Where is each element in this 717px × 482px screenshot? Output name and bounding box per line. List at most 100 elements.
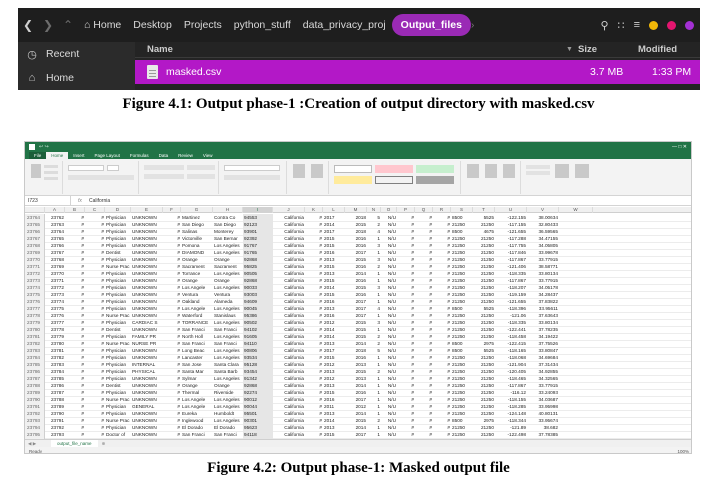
tab-home[interactable]: Home <box>46 152 69 159</box>
sidebar-item-home[interactable]: ⌂ Home <box>18 66 135 90</box>
table-cell[interactable]: 1 <box>367 431 381 439</box>
function-icon[interactable]: fx <box>71 198 89 204</box>
format-painter-icon[interactable] <box>44 177 58 180</box>
table-cell[interactable]: California <box>273 431 305 439</box>
column-header-i[interactable]: I <box>243 207 273 213</box>
breadcrumb-projects[interactable]: Projects <box>178 14 228 36</box>
column-header-e[interactable]: E <box>131 207 163 213</box>
table-cell[interactable]: Doctor of <box>105 431 131 439</box>
column-header-u[interactable]: U <box>495 207 527 213</box>
wrap-text-button[interactable] <box>187 165 215 170</box>
add-sheet-icon[interactable]: ⊕ <box>102 441 106 447</box>
tab-formulas[interactable]: Formulas <box>125 152 154 159</box>
table-cell[interactable]: UNKNOWN <box>131 431 163 439</box>
font-family-select[interactable] <box>68 165 104 171</box>
table-cell[interactable]: San Franci <box>213 431 243 439</box>
table-cell[interactable]: San Franci <box>181 431 213 439</box>
formula-input[interactable]: California <box>89 198 110 204</box>
autosum-button[interactable] <box>526 165 550 169</box>
menu-icon[interactable]: ≡ <box>634 19 640 31</box>
zoom-level[interactable]: 100% <box>677 449 689 454</box>
table-cell[interactable]: # <box>397 431 415 439</box>
style-good[interactable] <box>416 165 454 173</box>
column-header-w[interactable]: W <box>559 207 593 213</box>
table-cell[interactable]: 2017 <box>345 431 367 439</box>
paste-icon[interactable] <box>31 164 41 178</box>
column-header-b[interactable]: B <box>65 207 85 213</box>
conditional-formatting-icon[interactable] <box>293 164 305 178</box>
column-name[interactable]: Name <box>135 44 566 55</box>
table-cell[interactable]: 94118 <box>243 431 273 439</box>
column-header-v[interactable]: V <box>527 207 559 213</box>
style-calculation[interactable] <box>375 176 413 184</box>
quick-access-icons[interactable]: ↩ ↪ <box>39 144 49 150</box>
column-modified[interactable]: Modified <box>638 44 700 55</box>
tab-review[interactable]: Review <box>173 152 198 159</box>
style-bad[interactable] <box>375 165 413 173</box>
tab-data[interactable]: Data <box>154 152 174 159</box>
select-all-corner[interactable] <box>25 207 45 213</box>
name-box[interactable]: I723 <box>25 195 71 206</box>
tab-page-layout[interactable]: Page Layout <box>90 152 125 159</box>
alignment-buttons[interactable] <box>144 165 184 170</box>
table-cell[interactable]: 37.78385 <box>527 431 559 439</box>
tab-file[interactable]: File <box>29 152 47 159</box>
forward-icon[interactable]: ❯ <box>38 18 58 32</box>
style-normal[interactable] <box>334 165 372 173</box>
tab-insert[interactable]: Insert <box>68 152 89 159</box>
style-neutral[interactable] <box>334 176 372 184</box>
column-header-d[interactable]: D <box>105 207 131 213</box>
column-header-o[interactable]: O <box>381 207 397 213</box>
table-cell[interactable]: # <box>433 431 451 439</box>
table-cell[interactable]: 21250 <box>451 431 473 439</box>
find-select-icon[interactable] <box>575 164 589 178</box>
column-header-p[interactable]: P <box>397 207 415 213</box>
maximize-button[interactable] <box>667 20 676 30</box>
grid-icon[interactable]: ∷ <box>618 19 625 32</box>
breadcrumb-data-privacy-proj[interactable]: data_privacy_proj <box>297 14 392 36</box>
table-cell[interactable]: # <box>305 431 323 439</box>
column-header-s[interactable]: S <box>451 207 473 213</box>
breadcrumb-python-stuff[interactable]: python_stuff <box>228 14 297 36</box>
number-format-select[interactable] <box>224 165 280 171</box>
column-header-a[interactable]: A <box>45 207 65 213</box>
table-cell[interactable]: 21250 <box>473 431 495 439</box>
format-as-table-icon[interactable] <box>311 164 323 178</box>
column-header-g[interactable]: G <box>181 207 213 213</box>
file-row-masked-csv[interactable]: masked.csv 3.7 MB 1:33 PM <box>135 60 700 84</box>
column-header-l[interactable]: L <box>323 207 345 213</box>
table-cell[interactable]: # <box>65 431 85 439</box>
number-format-buttons[interactable] <box>224 175 280 180</box>
back-icon[interactable]: ❮ <box>18 18 38 32</box>
column-header-n[interactable]: N <box>367 207 381 213</box>
table-cell[interactable]: # <box>85 431 105 439</box>
sort-filter-icon[interactable] <box>555 164 569 178</box>
column-header-f[interactable]: F <box>163 207 181 213</box>
font-format-buttons[interactable] <box>68 175 134 180</box>
column-size[interactable]: Size <box>578 44 638 55</box>
column-header-m[interactable]: M <box>345 207 367 213</box>
column-header-h[interactable]: H <box>213 207 243 213</box>
column-header-c[interactable]: C <box>85 207 105 213</box>
table-cell[interactable]: 23793 <box>45 431 65 439</box>
table-cell[interactable]: 2015 <box>323 431 345 439</box>
fill-button[interactable] <box>526 171 550 175</box>
row-number[interactable]: 23795 <box>25 431 45 439</box>
insert-cells-icon[interactable] <box>467 164 479 178</box>
minimize-button[interactable] <box>649 20 658 30</box>
table-cell[interactable]: -122.498 <box>495 431 527 439</box>
column-header-r[interactable]: R <box>433 207 451 213</box>
up-icon[interactable]: ⌃ <box>58 18 78 32</box>
style-check-cell[interactable] <box>416 176 454 184</box>
table-cell[interactable]: # <box>163 431 181 439</box>
delete-cells-icon[interactable] <box>485 164 497 178</box>
breadcrumb-output-files[interactable]: Output_files <box>391 14 471 36</box>
tab-view[interactable]: View <box>198 152 218 159</box>
font-size-select[interactable] <box>107 165 119 171</box>
cell-grid[interactable]: ABCDEFGHIJKLMNOPQRSTUVW 23764 23762 # # Phys… <box>25 207 691 439</box>
breadcrumb-home[interactable]: ⌂ Home <box>78 14 127 36</box>
copy-icon[interactable] <box>44 171 58 174</box>
cut-icon[interactable] <box>44 165 58 168</box>
window-controls[interactable]: — □ ✕ <box>672 144 687 150</box>
column-header-j[interactable]: J <box>273 207 305 213</box>
